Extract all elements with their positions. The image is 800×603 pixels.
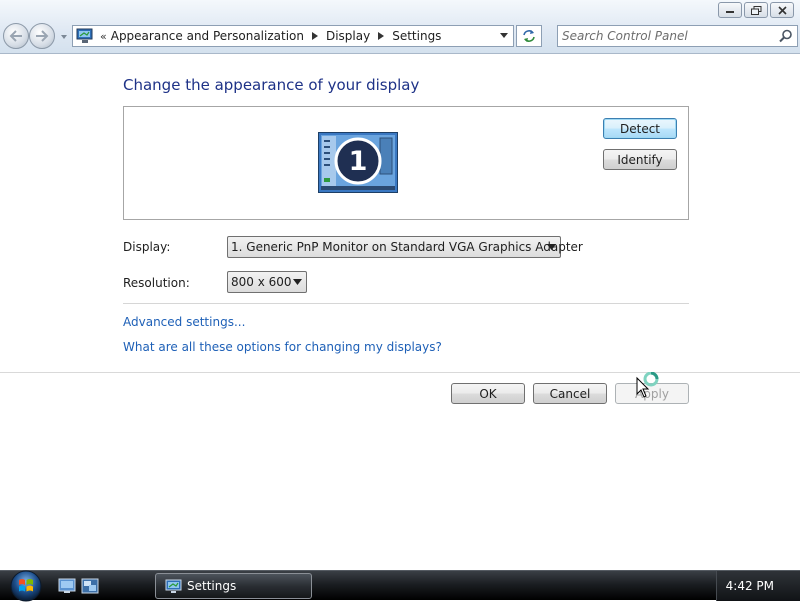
caption-buttons <box>718 2 794 18</box>
close-button[interactable] <box>770 2 794 18</box>
search-box[interactable] <box>557 25 798 47</box>
taskbar-item-label: Settings <box>187 579 237 593</box>
resolution-select[interactable]: 800 x 600 <box>227 271 307 293</box>
breadcrumb-display[interactable]: Display <box>326 29 370 43</box>
taskbar: Settings 4:42 PM <box>0 569 800 603</box>
display-select-value: 1. Generic PnP Monitor on Standard VGA G… <box>231 240 583 254</box>
section-divider <box>123 303 689 304</box>
refresh-icon <box>523 30 535 42</box>
resolution-select-value: 800 x 600 <box>231 275 292 289</box>
display-label: Display: <box>123 240 171 254</box>
display-select[interactable]: 1. Generic PnP Monitor on Standard VGA G… <box>227 236 583 258</box>
show-desktop-icon[interactable] <box>58 578 76 594</box>
breadcrumb-settings[interactable]: Settings <box>392 29 441 43</box>
switch-windows-icon[interactable] <box>81 578 99 594</box>
address-bar[interactable]: « Appearance and Personalization Display… <box>72 25 514 47</box>
refresh-button[interactable] <box>516 25 542 47</box>
display-settings-icon <box>76 28 93 43</box>
breadcrumb-arrow-icon[interactable] <box>378 32 385 40</box>
display-help-link[interactable]: What are all these options for changing … <box>123 340 442 354</box>
address-overflow-chevron[interactable]: « <box>100 30 107 43</box>
clock[interactable]: 4:42 PM <box>726 579 774 593</box>
monitor-number: 1 <box>349 146 368 177</box>
minimize-button[interactable] <box>718 2 742 18</box>
search-icon[interactable] <box>779 29 793 43</box>
monitor-1-icon[interactable]: 1 <box>318 132 398 193</box>
advanced-settings-link[interactable]: Advanced settings... <box>123 315 245 329</box>
footer-divider <box>0 372 800 373</box>
back-arrow-icon <box>9 30 22 42</box>
maximize-button[interactable] <box>744 2 768 18</box>
identify-button[interactable]: Identify <box>603 149 677 170</box>
restore-icon <box>750 5 761 15</box>
forward-button[interactable] <box>29 23 55 49</box>
close-icon <box>777 5 787 15</box>
forward-arrow-icon <box>36 30 49 42</box>
minimize-icon <box>726 11 734 13</box>
display-settings-icon <box>165 579 182 593</box>
page-title: Change the appearance of your display <box>123 76 420 94</box>
back-button[interactable] <box>3 23 29 49</box>
window-header: « Appearance and Personalization Display… <box>0 0 800 54</box>
resolution-label: Resolution: <box>123 276 190 290</box>
navigation-buttons <box>3 23 69 49</box>
monitor-arrangement-panel: 1 Detect Identify <box>123 106 689 220</box>
ok-button[interactable]: OK <box>451 383 525 404</box>
apply-button[interactable]: Apply <box>615 383 689 404</box>
chevron-down-icon <box>293 279 302 285</box>
breadcrumb-appearance[interactable]: Appearance and Personalization <box>111 29 304 43</box>
recent-pages-dropdown-icon[interactable] <box>59 32 69 42</box>
taskbar-item-settings[interactable]: Settings <box>155 573 312 599</box>
breadcrumb-arrow-icon[interactable] <box>311 32 318 40</box>
start-button-icon[interactable] <box>7 569 45 603</box>
search-input[interactable] <box>562 28 772 44</box>
detect-button[interactable]: Detect <box>603 118 677 139</box>
chevron-down-icon <box>547 244 556 250</box>
address-history-dropdown-icon[interactable] <box>499 32 509 40</box>
notification-area: 4:42 PM <box>716 571 800 601</box>
cancel-button[interactable]: Cancel <box>533 383 607 404</box>
